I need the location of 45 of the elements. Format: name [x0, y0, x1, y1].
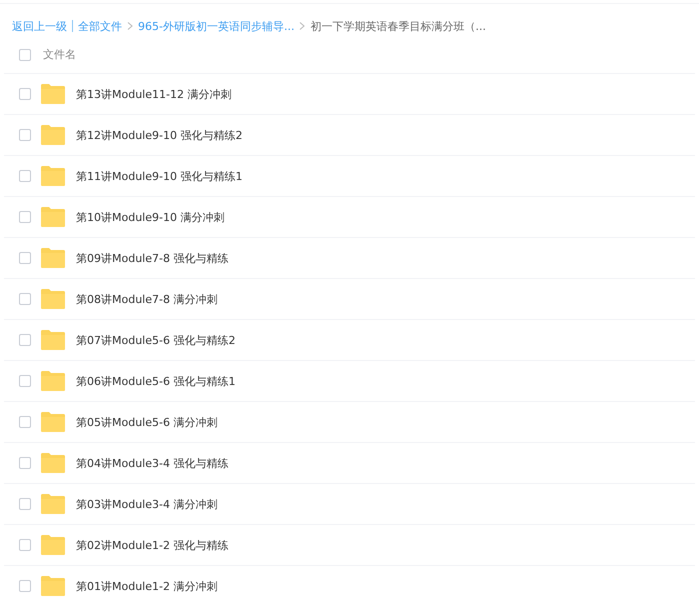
row-checkbox[interactable] — [19, 334, 31, 346]
folder-name[interactable]: 第05讲Module5-6 满分冲刺 — [76, 414, 218, 430]
folder-name[interactable]: 第13讲Module11-12 满分冲刺 — [76, 86, 232, 102]
row-checkbox[interactable] — [19, 211, 31, 223]
row-checkbox[interactable] — [19, 457, 31, 469]
folder-icon — [41, 248, 65, 268]
column-header: 文件名 — [43, 47, 76, 62]
folder-name[interactable]: 第09讲Module7-8 强化与精练 — [76, 250, 228, 266]
row-checkbox[interactable] — [19, 88, 31, 100]
folder-name[interactable]: 第11讲Module9-10 强化与精练1 — [76, 168, 242, 184]
folder-icon — [41, 84, 65, 104]
row-checkbox[interactable] — [19, 416, 31, 428]
folder-name[interactable]: 第04讲Module3-4 强化与精练 — [76, 456, 228, 470]
folder-icon — [41, 453, 65, 473]
folder-name[interactable]: 第03讲Module3-4 满分冲刺 — [76, 496, 218, 512]
folder-name[interactable]: 第10讲Module9-10 满分冲刺 — [76, 210, 224, 224]
folder-name[interactable]: 第12讲Module9-10 强化与精练2 — [76, 128, 242, 142]
row-checkbox[interactable] — [19, 252, 31, 264]
folder-name[interactable]: 第06讲Module5-6 强化与精练1 — [76, 374, 236, 388]
folder-icon — [41, 207, 65, 227]
folder-name[interactable]: 第07讲Module5-6 强化与精练2 — [76, 332, 236, 348]
separator-icon — [72, 20, 73, 32]
row-checkbox[interactable] — [19, 539, 31, 551]
chevron-icon — [127, 22, 133, 30]
row-checkbox[interactable] — [19, 498, 31, 510]
folder-name[interactable]: 第01讲Module1-2 满分冲刺 — [76, 578, 218, 594]
folder-icon — [41, 494, 65, 514]
folder-icon — [41, 371, 65, 391]
row-checkbox[interactable] — [19, 129, 31, 141]
row-checkbox[interactable] — [19, 580, 31, 592]
select-all-checkbox[interactable] — [19, 48, 31, 60]
breadcrumb-current: 初一下学期英语春季目标满分班（... — [310, 18, 486, 34]
folder-icon — [41, 412, 65, 432]
folder-name[interactable]: 第02讲Module1-2 强化与精练 — [76, 538, 228, 552]
folder-icon — [41, 166, 65, 186]
folder-icon — [41, 125, 65, 145]
folder-icon — [41, 289, 65, 309]
row-checkbox[interactable] — [19, 293, 31, 305]
folder-icon — [41, 535, 65, 555]
folder-icon — [41, 576, 65, 596]
row-checkbox[interactable] — [19, 170, 31, 182]
row-checkbox[interactable] — [19, 375, 31, 387]
folder-name[interactable]: 第08讲Module7-8 满分冲刺 — [76, 292, 218, 306]
chevron-icon — [299, 22, 306, 30]
folder-icon — [41, 330, 65, 350]
